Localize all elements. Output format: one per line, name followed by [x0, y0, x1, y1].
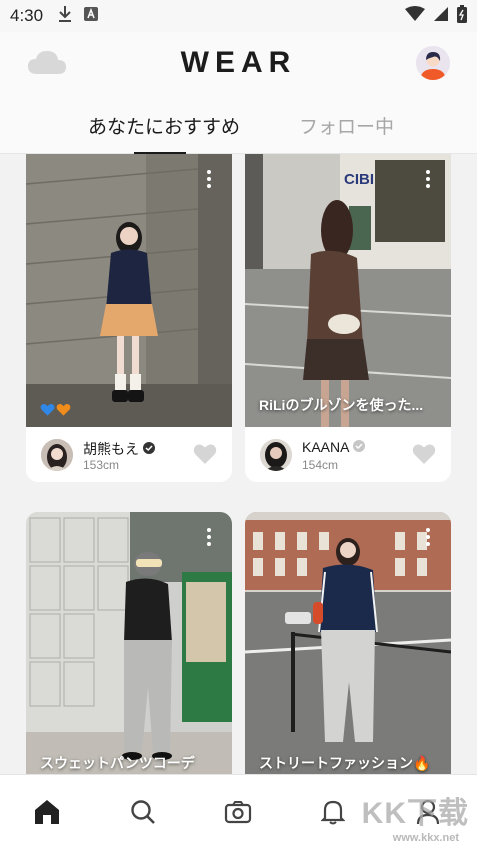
post-photo[interactable] — [26, 154, 232, 427]
like-heart-icon[interactable] — [193, 443, 217, 470]
post-caption: スウェットパンツコーデ — [40, 755, 195, 771]
more-options-icon[interactable] — [425, 170, 431, 188]
author-avatar[interactable] — [260, 439, 292, 471]
post-card[interactable]: 胡熊もえ 153cm — [26, 154, 232, 482]
post-author-row[interactable]: KAANA 154cm — [245, 427, 451, 482]
user-avatar[interactable] — [416, 46, 450, 80]
battery-icon — [457, 4, 467, 28]
post-card[interactable]: CIBI RiLiのブルゾンを使った... KAANA 154cm — [245, 154, 451, 482]
like-heart-icon[interactable] — [412, 443, 436, 470]
more-options-icon[interactable] — [206, 170, 212, 188]
post-caption: RiLiのブルゾンを使った... — [259, 397, 424, 413]
author-height: 154cm — [302, 458, 339, 472]
post-photo[interactable]: ストリートファッション🔥 — [245, 512, 451, 774]
post-author-row[interactable]: 胡熊もえ 153cm — [26, 427, 232, 482]
watermark-brand: KK下载 — [361, 797, 469, 830]
author-name[interactable]: 胡熊もえ — [83, 439, 155, 459]
tab-recommended[interactable]: あなたにおすすめ — [88, 112, 240, 139]
feed-grid[interactable]: 胡熊もえ 153cm CIBI RiLiのブルゾンを使った... KAANA 1… — [0, 154, 477, 774]
author-avatar[interactable] — [41, 439, 73, 471]
home-icon — [33, 799, 61, 830]
author-name-text: 胡熊もえ — [83, 441, 139, 457]
status-bar: 4:30 — [0, 0, 477, 32]
post-photo[interactable]: スウェットパンツコーデ — [26, 512, 232, 774]
author-name-text: KAANA — [302, 439, 350, 455]
post-caption: ストリートファッション🔥 — [259, 755, 431, 771]
nav-notifications[interactable] — [318, 799, 348, 829]
wifi-icon — [405, 5, 425, 27]
more-options-icon[interactable] — [425, 528, 431, 546]
post-photo[interactable]: CIBI RiLiのブルゾンを使った... — [245, 154, 451, 427]
nav-search[interactable] — [128, 799, 158, 829]
tab-following[interactable]: フォロー中 — [299, 112, 394, 139]
app-notification-icon — [83, 6, 99, 27]
bell-icon — [320, 799, 346, 830]
author-name[interactable]: KAANA — [302, 439, 366, 455]
nav-post[interactable] — [223, 799, 253, 829]
emoji-hearts — [40, 403, 71, 417]
post-card[interactable]: スウェットパンツコーデ — [26, 512, 232, 774]
status-time: 4:30 — [10, 6, 44, 25]
watermark-url: www.kkx.net — [392, 832, 459, 844]
verified-badge-icon — [353, 439, 366, 455]
camera-icon — [224, 800, 252, 829]
search-icon — [130, 799, 156, 830]
svg-text:CIBI: CIBI — [344, 171, 374, 188]
verified-badge-icon — [143, 441, 155, 457]
more-options-icon[interactable] — [206, 528, 212, 546]
feed-tabs: あなたにおすすめ フォロー中 — [0, 108, 477, 155]
post-card[interactable]: ストリートファッション🔥 — [245, 512, 451, 774]
bottom-navigation: KK下载 www.kkx.net — [0, 774, 477, 848]
app-logo: WEAR — [180, 46, 297, 79]
download-icon — [57, 5, 73, 28]
nav-home[interactable] — [32, 799, 62, 829]
app-header: WEAR あなたにおすすめ フォロー中 — [0, 32, 477, 155]
author-height: 153cm — [83, 458, 120, 472]
signal-icon — [433, 6, 449, 27]
